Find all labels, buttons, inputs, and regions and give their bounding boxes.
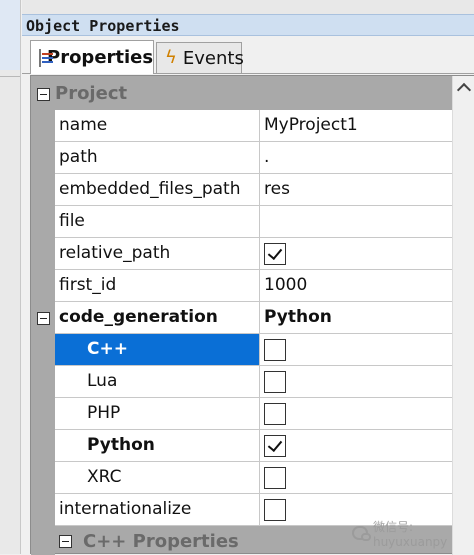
property-name[interactable]: Lua xyxy=(55,366,260,398)
property-name[interactable]: first_id xyxy=(55,270,260,302)
left-panel-header xyxy=(0,0,20,70)
row-gutter xyxy=(31,270,55,302)
section-project-toggle[interactable] xyxy=(31,78,55,110)
chat-bubble-icon xyxy=(352,526,371,541)
section-project: Project xyxy=(31,78,453,110)
row-gutter xyxy=(31,142,55,174)
property-value-name[interactable]: MyProject1 xyxy=(260,110,453,142)
row-gutter xyxy=(31,174,55,206)
property-name[interactable]: XRC xyxy=(55,462,260,494)
section-project-label: Project xyxy=(55,83,128,104)
property-value-relative-path xyxy=(260,238,453,270)
property-value-lua xyxy=(260,366,453,398)
lua-checkbox[interactable] xyxy=(264,371,286,393)
python-checkbox[interactable] xyxy=(264,435,286,457)
object-properties-pane: Object Properties Properties ϟ Events Pr… xyxy=(22,0,474,555)
property-value-python xyxy=(260,430,453,462)
property-value-cpp xyxy=(260,334,453,366)
property-row: path . xyxy=(31,142,453,174)
cpp-checkbox[interactable] xyxy=(264,339,286,361)
row-gutter xyxy=(31,430,55,462)
property-name[interactable]: internationalize xyxy=(55,494,260,526)
row-gutter xyxy=(31,398,55,430)
scroll-up-arrow-icon[interactable] xyxy=(453,76,474,98)
row-gutter xyxy=(31,366,55,398)
property-row-group: code_generation Python xyxy=(31,302,453,334)
row-gutter xyxy=(31,238,55,270)
property-value-file[interactable] xyxy=(260,206,453,238)
xrc-checkbox[interactable] xyxy=(264,467,286,489)
tab-events[interactable]: ϟ Events xyxy=(156,42,244,73)
tab-properties-label: Properties xyxy=(47,47,154,68)
lightning-icon: ϟ xyxy=(165,47,177,68)
property-value-embedded-files-path[interactable]: res xyxy=(260,174,453,206)
property-name[interactable]: name xyxy=(55,110,260,142)
row-gutter xyxy=(31,206,55,238)
property-value-xrc xyxy=(260,462,453,494)
property-row-child: XRC xyxy=(31,462,453,494)
pane-top-gap xyxy=(22,0,474,14)
property-row-child: Lua xyxy=(31,366,453,398)
tab-events-label: Events xyxy=(182,47,244,69)
left-panel-edge xyxy=(0,0,21,554)
internationalize-checkbox[interactable] xyxy=(264,499,286,521)
property-grid: Project name MyProject1 path . embedded_… xyxy=(30,75,474,555)
property-row: embedded_files_path res xyxy=(31,174,453,206)
section-cpp-label: C++ Properties xyxy=(83,531,239,552)
properties-icon xyxy=(39,48,53,67)
row-gutter xyxy=(31,526,55,555)
tab-properties[interactable]: Properties xyxy=(30,40,154,74)
php-checkbox[interactable] xyxy=(264,403,286,425)
property-name-selected[interactable]: C++ xyxy=(55,334,260,366)
property-name[interactable]: relative_path xyxy=(55,238,260,270)
relative-path-checkbox[interactable] xyxy=(264,243,286,265)
property-row: file xyxy=(31,206,453,238)
property-name[interactable]: path xyxy=(55,142,260,174)
property-grid-rows: Project name MyProject1 path . embedded_… xyxy=(31,76,453,555)
property-value-first-id[interactable]: 1000 xyxy=(260,270,453,302)
property-name[interactable]: PHP xyxy=(55,398,260,430)
vertical-scrollbar[interactable] xyxy=(452,76,474,555)
watermark-text: 微信号: huyuxuanpy xyxy=(372,519,448,549)
collapse-icon xyxy=(36,311,50,325)
section-cpp-toggle[interactable] xyxy=(59,535,72,548)
row-gutter xyxy=(31,494,55,526)
property-row-child: C++ xyxy=(31,334,453,366)
watermark: 微信号: huyuxuanpy xyxy=(352,519,474,549)
property-row: name MyProject1 xyxy=(31,110,453,142)
collapse-icon xyxy=(36,87,50,101)
property-value-php xyxy=(260,398,453,430)
property-row: first_id 1000 xyxy=(31,270,453,302)
property-row-child: PHP xyxy=(31,398,453,430)
left-panel-divider xyxy=(0,70,20,77)
property-row: relative_path xyxy=(31,238,453,270)
property-name[interactable]: embedded_files_path xyxy=(55,174,260,206)
pane-title[interactable]: Object Properties xyxy=(22,14,474,36)
property-value-path[interactable]: . xyxy=(260,142,453,174)
row-gutter xyxy=(31,110,55,142)
code-generation-toggle[interactable] xyxy=(31,302,55,334)
property-name[interactable]: code_generation xyxy=(55,302,260,334)
property-row-child: Python xyxy=(31,430,453,462)
row-gutter xyxy=(31,462,55,494)
property-name[interactable]: Python xyxy=(55,430,260,462)
tab-bar: Properties ϟ Events xyxy=(22,37,474,74)
property-value-code-generation[interactable]: Python xyxy=(260,302,453,334)
collapse-icon xyxy=(59,535,72,548)
property-name[interactable]: file xyxy=(55,206,260,238)
row-gutter xyxy=(31,334,55,366)
